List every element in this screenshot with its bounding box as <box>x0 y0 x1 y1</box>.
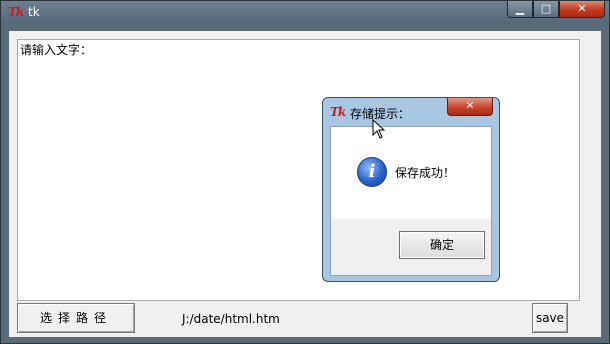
textarea-content: 请输入文字： <box>20 43 93 57</box>
tk-logo-icon: Tk <box>330 105 346 119</box>
path-label: J:/date/html.htm <box>182 312 280 326</box>
mouse-cursor-icon <box>372 119 386 139</box>
close-button[interactable]: ✕ <box>559 1 605 18</box>
tk-logo-icon: Tk <box>8 5 24 19</box>
window-title: tk <box>28 5 40 19</box>
save-dialog: Tk 存储提示： ✕ i 保存成功！ 确定 <box>322 97 500 282</box>
save-button[interactable]: save <box>532 303 568 333</box>
dialog-title-bar[interactable]: Tk 存储提示： ✕ <box>323 98 499 126</box>
tk-window: Tk tk ▁ □ ✕ 请输入文字： 选择路径 J:/date/html.htm… <box>0 0 610 344</box>
info-icon: i <box>357 157 387 187</box>
client-area: 请输入文字： 选择路径 J:/date/html.htm save <box>9 31 601 337</box>
dialog-message: 保存成功！ <box>395 166 456 180</box>
select-path-button[interactable]: 选择路径 <box>17 303 135 333</box>
ok-button[interactable]: 确定 <box>399 231 485 259</box>
minimize-button[interactable]: ▁ <box>507 1 533 18</box>
dialog-message-panel: i 保存成功！ <box>331 127 491 219</box>
maximize-button[interactable]: □ <box>533 1 559 18</box>
vertical-scrollbar[interactable] <box>580 39 594 301</box>
dialog-body: i 保存成功！ 确定 <box>330 126 492 276</box>
title-bar[interactable]: Tk tk ▁ □ ✕ <box>1 1 609 23</box>
dialog-close-button[interactable]: ✕ <box>447 98 493 116</box>
